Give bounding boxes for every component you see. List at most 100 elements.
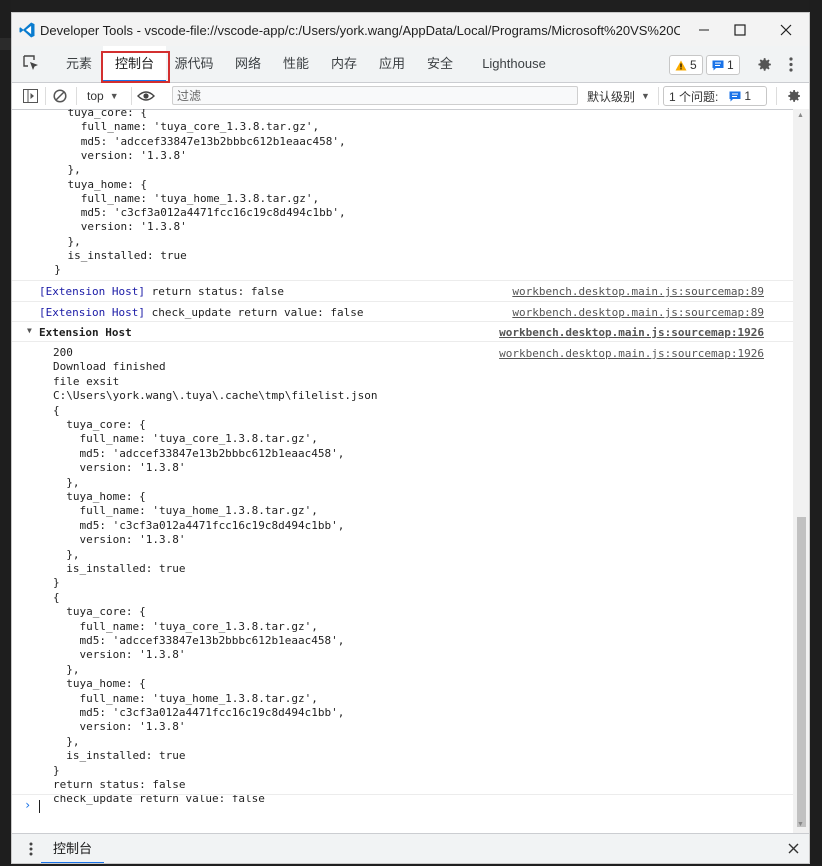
console-tab-highlight: [101, 51, 170, 83]
console-group-body: workbench.desktop.main.js:sourcemap:1926…: [12, 341, 793, 805]
console-text-line: is_installed: true: [53, 562, 186, 575]
console-text-line: },: [41, 234, 81, 248]
console-text-line: md5: 'adccef33847e13b2bbbc612b1eaac458',: [53, 634, 345, 647]
tab-performance[interactable]: 性能: [272, 46, 320, 82]
settings-gear-icon[interactable]: [756, 56, 773, 73]
message-icon: [729, 91, 741, 101]
toolbar-divider: [45, 87, 46, 105]
warnings-badge[interactable]: 5: [669, 55, 703, 75]
tab-elements[interactable]: 元素: [55, 46, 103, 82]
console-text-line: is_installed: true: [41, 249, 187, 262]
console-text-line: md5: 'c3cf3a012a4471fcc16c19c8d494c1bb',: [53, 518, 345, 532]
inspect-element-icon[interactable]: [22, 54, 40, 72]
dropdown-arrow-icon: ▼: [641, 91, 650, 101]
source-link[interactable]: workbench.desktop.main.js:sourcemap:89: [512, 306, 764, 319]
prompt-chevron-icon: ›: [24, 798, 32, 812]
scroll-down-arrow-icon[interactable]: ▼: [797, 821, 804, 828]
scroll-up-arrow-icon[interactable]: ▲: [797, 112, 804, 119]
issues-button[interactable]: 1 个问题: 1: [663, 86, 767, 106]
console-text-line: md5: 'c3cf3a012a4471fcc16c19c8d494c1bb',: [53, 706, 345, 719]
clear-console-icon[interactable]: [53, 89, 67, 103]
filter-input[interactable]: 过滤: [172, 86, 578, 105]
console-text-line: file exsit: [53, 374, 120, 388]
extension-host-tag: [Extension Host]: [39, 285, 145, 298]
tab-security[interactable]: 安全: [416, 46, 464, 82]
context-selector[interactable]: top ▼: [87, 83, 119, 109]
console-text-line: tuya_core: {: [53, 418, 146, 431]
console-text-line: },: [53, 662, 80, 676]
log-levels-label: 默认级别: [587, 89, 636, 104]
issues-count: 1: [744, 89, 752, 103]
console-text-line: }: [41, 263, 61, 277]
console-output[interactable]: tuya_core: { full_name: 'tuya_core_1.3.8…: [12, 109, 793, 833]
log-levels-dropdown[interactable]: 默认级别 ▼: [587, 83, 650, 109]
source-link[interactable]: workbench.desktop.main.js:sourcemap:1926: [499, 347, 764, 360]
group-expand-triangle-icon[interactable]: ▼: [27, 326, 32, 335]
console-text-line: tuya_home: {: [53, 677, 146, 691]
issues-label: 1 个问题:: [669, 89, 719, 104]
console-text-line: },: [53, 475, 80, 489]
console-text-line: tuya_core: {: [53, 605, 146, 619]
tab-lighthouse[interactable]: Lighthouse: [474, 46, 554, 82]
drawer-bar: 控制台: [12, 833, 809, 863]
toolbar-divider: [131, 87, 132, 105]
message-icon: [712, 60, 724, 70]
console-prompt[interactable]: ›: [12, 794, 793, 819]
console-text-line: },: [53, 734, 80, 748]
scrollbar-thumb[interactable]: [797, 517, 806, 827]
warnings-count: 5: [690, 58, 697, 72]
console-text-line: version: '1.3.8': [53, 461, 186, 475]
maximize-button[interactable]: [717, 13, 763, 46]
console-text-line: {: [53, 403, 60, 417]
extension-host-tag: [Extension Host]: [39, 306, 145, 319]
devtools-window: Developer Tools - vscode-file://vscode-a…: [11, 12, 810, 864]
console-settings-gear-icon[interactable]: [786, 88, 802, 104]
source-link[interactable]: workbench.desktop.main.js:sourcemap:1926: [499, 326, 764, 339]
more-options-icon[interactable]: [788, 56, 794, 73]
window-title: Developer Tools - vscode-file://vscode-a…: [40, 23, 680, 38]
console-text-line: is_installed: true: [53, 749, 186, 763]
text-cursor: [39, 800, 40, 813]
sidebar-toggle-icon[interactable]: [23, 89, 38, 103]
tab-application[interactable]: 应用: [368, 46, 416, 82]
console-text-line: full_name: 'tuya_home_1.3.8.tar.gz',: [53, 504, 318, 518]
tab-sources[interactable]: 源代码: [166, 46, 222, 82]
console-text-line: md5: 'adccef33847e13b2bbbc612b1eaac458',: [53, 446, 345, 460]
console-text-line: }: [53, 763, 60, 777]
console-text-line: tuya_home: {: [53, 490, 146, 503]
title-bar[interactable]: Developer Tools - vscode-file://vscode-a…: [12, 13, 809, 46]
toolbar-divider: [658, 87, 659, 105]
source-link[interactable]: workbench.desktop.main.js:sourcemap:89: [512, 285, 764, 298]
tab-network[interactable]: 网络: [224, 46, 272, 82]
console-text-line: version: '1.3.8': [53, 648, 186, 662]
console-text-line: version: '1.3.8': [53, 533, 186, 547]
message-text: [Extension Host] return status: false: [39, 285, 284, 298]
live-expression-eye-icon[interactable]: [137, 90, 155, 102]
console-group-header[interactable]: ▼ Extension Host workbench.desktop.main.…: [12, 321, 793, 342]
close-drawer-icon[interactable]: [788, 843, 799, 854]
console-text-line: 200: [53, 346, 73, 359]
console-text-line: C:\Users\york.wang\.tuya\.cache\tmp\file…: [53, 389, 378, 403]
close-window-button[interactable]: [763, 13, 809, 46]
console-text-line: full_name: 'tuya_home_1.3.8.tar.gz',: [53, 691, 318, 705]
console-text-line: full_name: 'tuya_core_1.3.8.tar.gz',: [53, 619, 318, 633]
toolbar-divider: [76, 87, 77, 105]
console-text-line: return status: false: [53, 778, 186, 791]
console-text-line: full_name: 'tuya_home_1.3.8.tar.gz',: [41, 191, 320, 205]
warning-icon: [675, 60, 687, 70]
drawer-tab-console[interactable]: 控制台: [41, 834, 105, 863]
group-label: Extension Host: [39, 326, 132, 339]
console-text-line: md5: 'c3cf3a012a4471fcc16c19c8d494c1bb',: [41, 206, 346, 220]
drawer-menu-icon[interactable]: [29, 842, 33, 856]
console-text-line: {: [53, 590, 60, 604]
console-text-line: Download finished: [53, 360, 166, 374]
console-scrollbar[interactable]: ▲ ▼: [793, 109, 809, 833]
console-toolbar: top ▼ 过滤 默认级别 ▼ 1 个问题: 1: [12, 83, 809, 110]
message-text: [Extension Host] check_update return val…: [39, 306, 364, 319]
console-text-line: tuya_home: {: [41, 177, 147, 191]
messages-badge[interactable]: 1: [706, 55, 740, 75]
console-message-row: [Extension Host] return status: false wo…: [12, 280, 793, 301]
tab-memory[interactable]: 内存: [320, 46, 368, 82]
background-accent: [0, 38, 11, 50]
console-text-line: full_name: 'tuya_core_1.3.8.tar.gz',: [41, 120, 320, 134]
